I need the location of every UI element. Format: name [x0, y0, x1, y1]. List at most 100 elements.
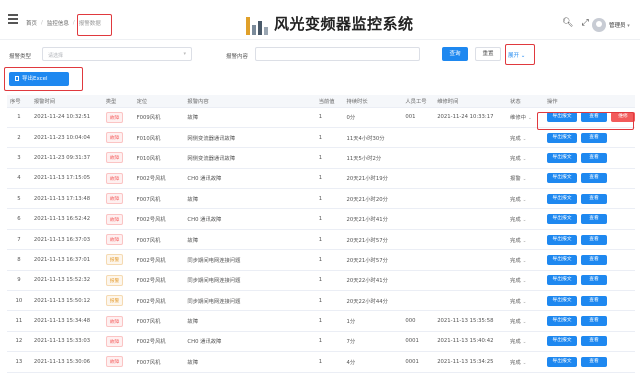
row-actions: 导出报文 查看: [547, 193, 635, 204]
cell-duration: 1分: [343, 310, 403, 332]
view-button[interactable]: 查看: [581, 254, 607, 265]
column-header: 序号: [7, 95, 31, 108]
breadcrumb-separator: /: [41, 20, 43, 26]
status-select[interactable]: 完成 ⌄: [507, 310, 544, 332]
breadcrumb-monitor[interactable]: 监控信息: [47, 19, 69, 27]
cell-repair-time: 2021-11-13 15:34:25: [434, 351, 508, 373]
table-row: 11 2021-11-13 15:34:48 故障 F007风机 故障 1 1分 000 202…: [7, 310, 635, 332]
row-actions: 导出报文 查看: [547, 316, 635, 327]
table-header: 序号 报警时间 类型 定位 报警内容 当前值 持续时长 人员工号 维修时间 状态…: [7, 95, 635, 108]
view-button[interactable]: 查看: [581, 234, 607, 245]
cell-content: CH0 通讯故障: [184, 208, 316, 230]
chevron-down-icon: ⌄: [522, 156, 527, 162]
view-button[interactable]: 查看: [581, 173, 607, 184]
export-report-button[interactable]: 导出报文: [547, 173, 577, 184]
table-row: 13 2021-11-13 15:30:06 故障 F007风机 故障 1 4分 0001 20…: [7, 351, 635, 373]
view-button[interactable]: 查看: [581, 193, 607, 204]
column-header: 持续时长: [343, 95, 403, 108]
cell-value: 1: [315, 147, 344, 169]
cell-staff: [402, 229, 435, 251]
type-badge: 报警: [105, 295, 124, 307]
cell-duration: 7分: [343, 331, 403, 353]
export-report-button[interactable]: 导出报文: [547, 295, 577, 306]
status-select[interactable]: 完成 ⌄: [507, 188, 544, 210]
reset-button[interactable]: 重置: [475, 47, 501, 61]
cell-location: F007风机: [133, 229, 185, 251]
cell-staff: 001: [402, 107, 435, 128]
cell-location: F002号风机: [133, 168, 185, 190]
cell-staff: [402, 290, 435, 312]
chevron-down-icon: ⌄: [522, 258, 527, 264]
type-badge: 报警: [105, 254, 124, 266]
status-select[interactable]: 完成 ⌄: [507, 249, 544, 271]
status-select[interactable]: 完成 ⌄: [507, 290, 544, 312]
view-button[interactable]: 查看: [581, 132, 607, 143]
status-text: 完成: [510, 217, 521, 224]
search-button[interactable]: 查询: [442, 47, 468, 61]
column-header: 报警内容: [184, 95, 316, 108]
status-text: 维修中: [510, 115, 526, 122]
row-actions: 导出报文 查看: [547, 234, 635, 245]
cell-repair-time: 2021-11-24 10:33:17: [434, 107, 508, 128]
breadcrumb-home[interactable]: 首页: [26, 19, 37, 27]
view-button[interactable]: 查看: [581, 295, 607, 306]
status-select[interactable]: 完成 ⌄: [507, 331, 544, 353]
status-text: 完成: [510, 237, 521, 244]
cell-staff: 0001: [402, 331, 435, 353]
avatar[interactable]: [592, 18, 606, 32]
table-row: 8 2021-11-13 16:37:01 报警 F002号风机 同步期间电网连接问题 1…: [7, 249, 635, 271]
cell-location: F002号风机: [133, 249, 185, 271]
status-select[interactable]: 完成 ⌄: [507, 351, 544, 373]
export-report-button[interactable]: 导出报文: [547, 254, 577, 265]
export-report-button[interactable]: 导出报文: [547, 214, 577, 225]
view-button[interactable]: 查看: [581, 152, 607, 163]
status-select[interactable]: 完成 ⌄: [507, 147, 544, 169]
status-select[interactable]: 完成 ⌄: [507, 127, 544, 149]
cell-duration: 11天5小时2分: [343, 147, 403, 169]
cell-duration: 20天21小时57分: [343, 249, 403, 271]
export-report-button[interactable]: 导出报文: [547, 234, 577, 245]
search-icon[interactable]: 🔍︎: [562, 18, 573, 28]
cell-duration: 20天22小时41分: [343, 270, 403, 292]
cell-staff: [402, 249, 435, 271]
cell-staff: [402, 188, 435, 210]
cell-content: 网侧变流器通讯故障: [184, 127, 316, 149]
cell-value: 1: [315, 331, 344, 353]
fullscreen-icon[interactable]: ⤢: [581, 18, 588, 28]
export-report-button[interactable]: 导出报文: [547, 152, 577, 163]
export-report-button[interactable]: 导出报文: [547, 356, 577, 367]
menu-icon[interactable]: [8, 14, 18, 24]
cell-duration: 20天21小时20分: [343, 188, 403, 210]
cell-duration: 20天21小时41分: [343, 208, 403, 230]
user-menu[interactable]: 管理员 ▾: [609, 21, 630, 29]
status-select[interactable]: 完成 ⌄: [507, 270, 544, 292]
user-name: 管理员: [609, 23, 626, 29]
status-select[interactable]: 报警 ⌄: [507, 168, 544, 190]
view-button[interactable]: 查看: [581, 356, 607, 367]
chevron-down-icon: ⌄: [522, 197, 527, 203]
export-report-button[interactable]: 导出报文: [547, 275, 577, 286]
cell-staff: [402, 208, 435, 230]
cell-no: 11: [7, 310, 31, 332]
cell-content: 故障: [184, 310, 316, 332]
view-button[interactable]: 查看: [581, 214, 607, 225]
page-title: 风光变频器监控系统: [274, 15, 414, 33]
status-select[interactable]: 完成 ⌄: [507, 229, 544, 251]
highlight-box: [505, 44, 535, 65]
type-select[interactable]: 请选择 ▾: [42, 47, 192, 61]
export-report-button[interactable]: 导出报文: [547, 316, 577, 327]
view-button[interactable]: 查看: [581, 275, 607, 286]
cell-time: 2021-11-24 10:32:51: [30, 107, 103, 128]
column-header: 当前值: [315, 95, 344, 108]
status-select[interactable]: 完成 ⌄: [507, 208, 544, 230]
cell-content: 网侧变流器通讯故障: [184, 147, 316, 169]
view-button[interactable]: 查看: [581, 316, 607, 327]
view-button[interactable]: 查看: [581, 336, 607, 347]
cell-staff: 000: [402, 310, 435, 332]
chevron-down-icon: ⌄: [522, 238, 527, 244]
export-report-button[interactable]: 导出报文: [547, 193, 577, 204]
content-input[interactable]: [255, 47, 420, 61]
table-row: 12 2021-11-13 15:33:03 故障 F002号风机 CH0 通讯故障 1 7…: [7, 331, 635, 353]
export-report-button[interactable]: 导出报文: [547, 336, 577, 347]
export-report-button[interactable]: 导出报文: [547, 132, 577, 143]
